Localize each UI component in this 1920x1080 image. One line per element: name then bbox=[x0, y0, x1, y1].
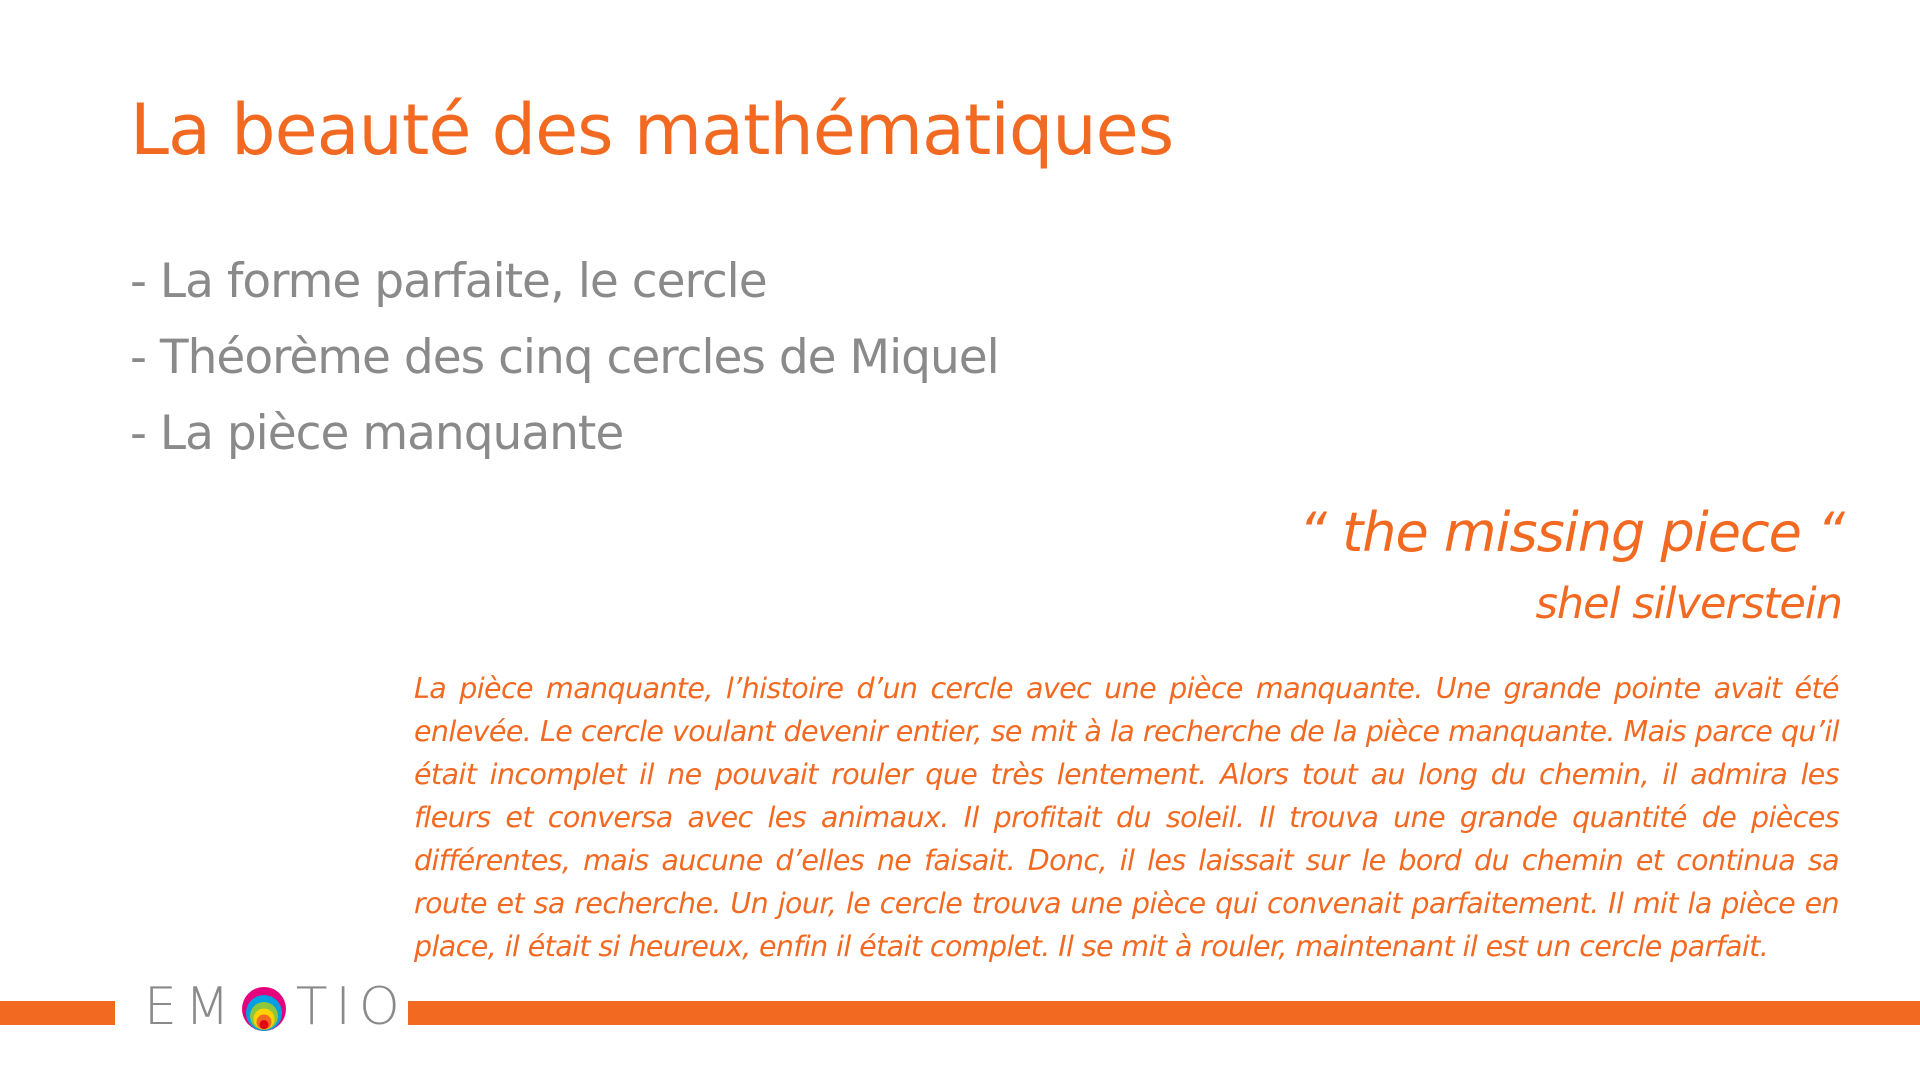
quote-title: “ the missing piece “ bbox=[1298, 501, 1845, 564]
bullet-item: - La pièce manquante bbox=[130, 406, 624, 461]
footer-bar-right bbox=[408, 1001, 1920, 1025]
footer-bar-left bbox=[0, 1001, 115, 1025]
logo-text-right: TIO bbox=[295, 977, 408, 1037]
quote-author: shel silverstein bbox=[1535, 579, 1843, 629]
logo-ring bbox=[259, 1020, 269, 1029]
slide-title: La beauté des mathématiques bbox=[130, 89, 1174, 171]
rainbow-circle-icon bbox=[241, 987, 286, 1031]
bullet-list: - La forme parfaite, le cercle - Théorèm… bbox=[130, 244, 1000, 472]
bullet-item: - Théorème des cinq cercles de Miquel bbox=[130, 330, 1000, 385]
emotio-logo: EM TIO bbox=[144, 978, 408, 1036]
story-paragraph: La pièce manquante, l’histoire d’un cerc… bbox=[414, 672, 1840, 963]
bullet-item: - La forme parfaite, le cercle bbox=[130, 254, 768, 309]
logo-text-left: EM bbox=[144, 977, 238, 1037]
